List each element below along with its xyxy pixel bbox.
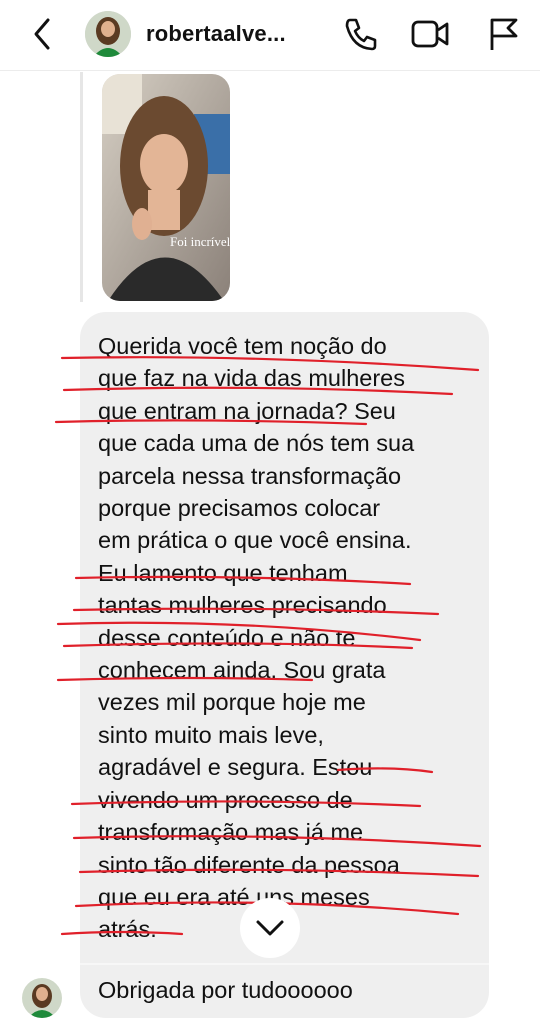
message-line: em prática o que você ensina.: [98, 527, 412, 554]
scroll-down-button[interactable]: [240, 898, 300, 958]
sender-avatar[interactable]: [22, 978, 62, 1018]
message-divider: [80, 963, 489, 965]
message-line: vivendo um processo de: [98, 786, 353, 813]
story-caption: Foi incrível.: [170, 234, 234, 249]
chevron-down-icon: [256, 920, 284, 936]
second-message-text: Obrigada por tudoooooo: [98, 977, 353, 1003]
call-button[interactable]: [341, 14, 381, 54]
message-line: vezes mil porque hoje me: [98, 689, 366, 716]
back-icon: [34, 18, 50, 50]
message-line: que entram na jornada? Seu: [98, 397, 396, 424]
message-line: transformação mas já me: [98, 819, 364, 846]
message-line: que cada uma de nós tem sua: [98, 430, 415, 457]
message-line: Eu lamento que tenham: [98, 559, 348, 586]
video-camera-icon: [411, 20, 449, 48]
avatar[interactable]: [85, 11, 131, 57]
message-line: tantas mulheres precisando: [98, 592, 387, 619]
message-line: que faz na vida das mulheres: [98, 365, 405, 392]
message-line: conhecem ainda. Sou grata: [98, 657, 386, 684]
reply-thread-line: [80, 72, 83, 302]
back-button[interactable]: [28, 14, 58, 54]
message-line: sinto tão diferente da pessoa: [98, 851, 400, 878]
flag-icon: [490, 18, 518, 50]
message-text: Querida você tem noção do que faz na vid…: [98, 330, 483, 946]
message-line: sinto muito mais leve,: [98, 721, 324, 748]
chat-header: robertaalve...: [0, 0, 540, 71]
message-line: agradável e segura. Estou: [98, 754, 373, 781]
chat-username[interactable]: robertaalve...: [146, 21, 286, 47]
message-line: parcela nessa transformação: [98, 462, 402, 489]
message-line: desse conteúdo e não te: [98, 624, 356, 651]
video-call-button[interactable]: [409, 14, 449, 54]
story-thumbnail[interactable]: [102, 74, 230, 301]
message-line: porque precisamos colocar: [98, 495, 381, 522]
report-button[interactable]: [484, 14, 524, 54]
message-line: Querida você tem noção do: [98, 333, 387, 359]
phone-icon: [345, 18, 377, 51]
